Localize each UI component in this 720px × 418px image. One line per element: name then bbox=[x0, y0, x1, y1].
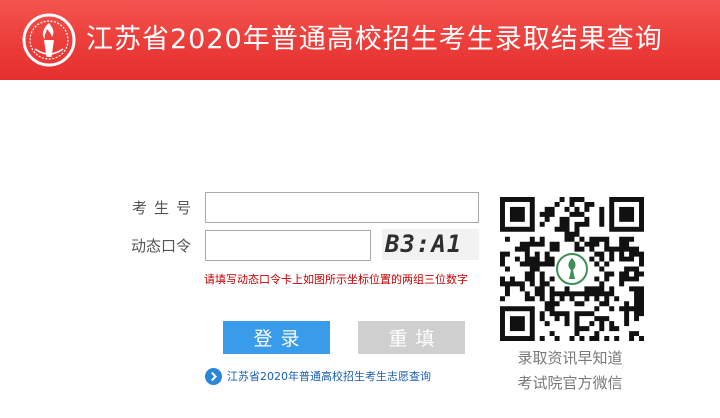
dynamic-password-label: 动态口令 bbox=[131, 237, 192, 255]
reset-button[interactable]: 重填 bbox=[358, 321, 465, 354]
exam-number-input[interactable] bbox=[205, 192, 479, 223]
page-title: 江苏省2020年普通高校招生考生录取结果查询 bbox=[86, 24, 663, 55]
captcha-image: B3:A1 bbox=[382, 229, 479, 260]
application-query-link[interactable]: 江苏省2020年普通高校招生考生志愿查询 bbox=[227, 368, 431, 384]
captcha-text: B3:A1 bbox=[385, 230, 463, 258]
page-header: 江苏省2020年普通高校招生考生录取结果查询 bbox=[0, 0, 720, 80]
qr-caption-line1: 录取资讯早知道 bbox=[517, 349, 623, 367]
dynamic-password-input[interactable] bbox=[205, 230, 371, 261]
qr-caption-line2: 考试院官方微信 bbox=[517, 374, 623, 392]
qr-code-icon bbox=[500, 197, 644, 341]
application-query-link-row[interactable]: 江苏省2020年普通高校招生考生志愿查询 bbox=[205, 366, 431, 386]
login-button[interactable]: 登录 bbox=[223, 321, 330, 354]
exam-number-label: 考生号 bbox=[132, 199, 199, 217]
password-hint: 请填写动态口令卡上如图所示坐标位置的两组三位数字 bbox=[204, 273, 468, 286]
chevron-right-circle-icon bbox=[205, 367, 222, 385]
torch-seal-logo-icon bbox=[22, 13, 76, 67]
